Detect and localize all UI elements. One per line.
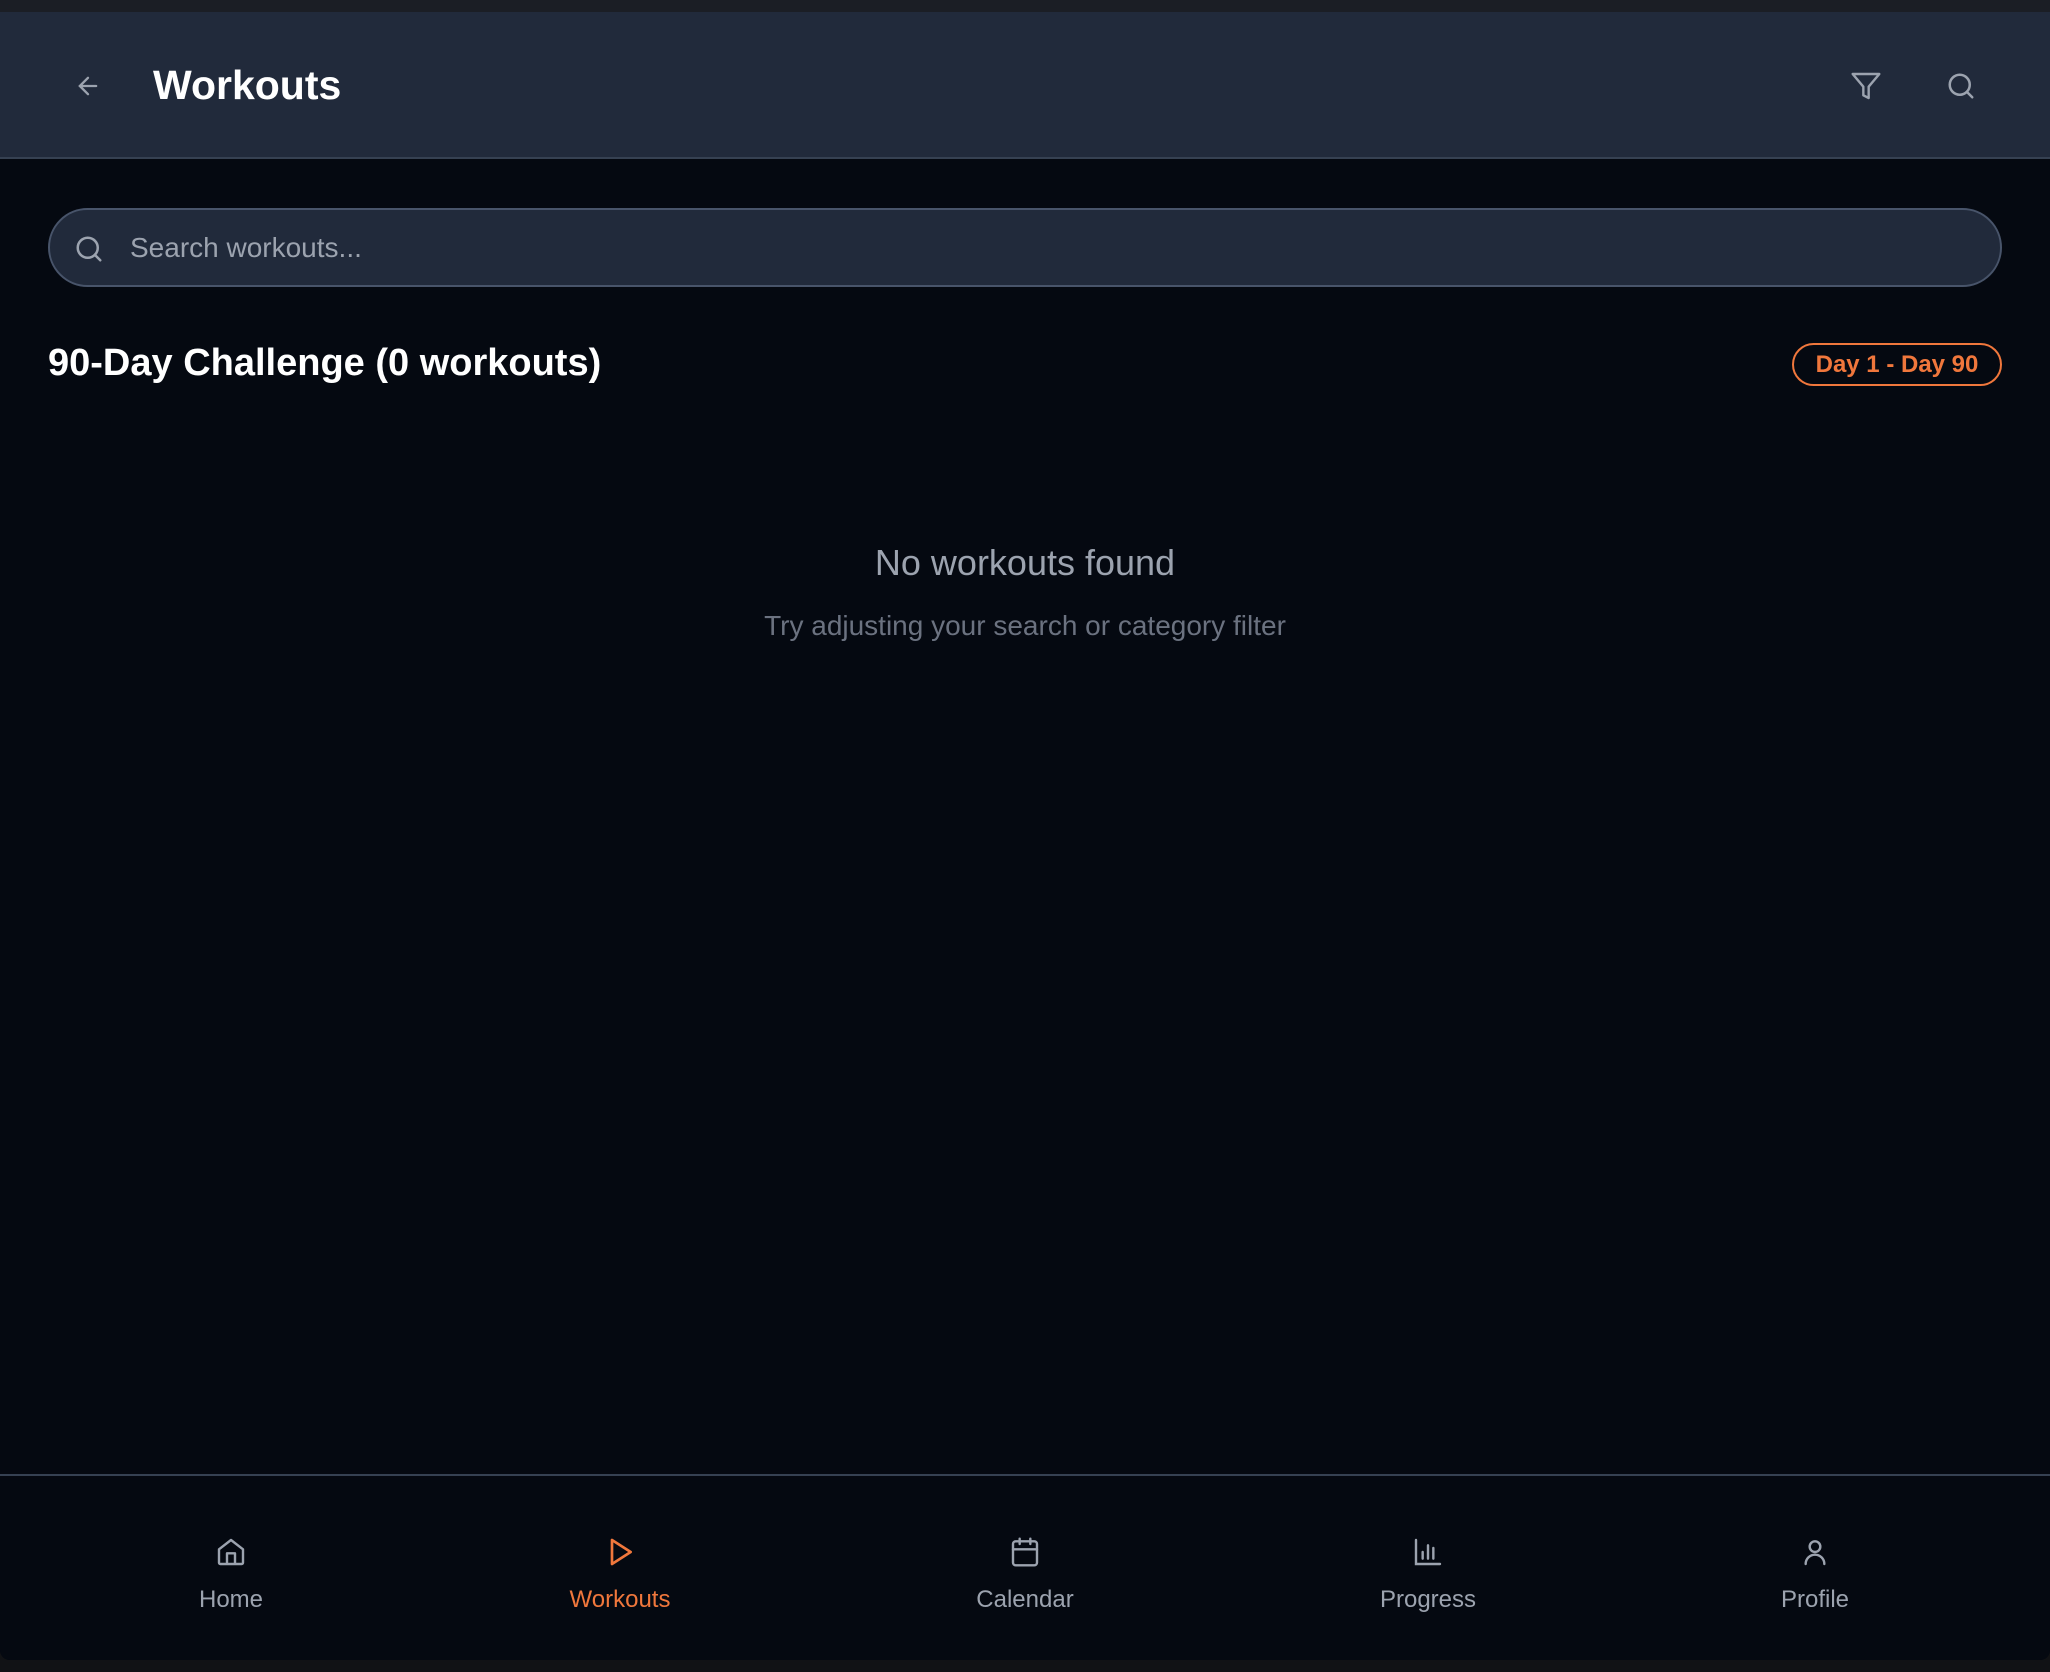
header: Workouts [0,12,2050,159]
empty-state-subtitle: Try adjusting your search or category fi… [764,610,1286,641]
calendar-icon [1011,1537,1039,1567]
search-button[interactable] [1941,66,1981,106]
search-field [48,208,2002,287]
nav-label: Home [198,1586,264,1613]
nav-item-home[interactable]: Home [111,1476,351,1660]
empty-state-title: No workouts found [874,542,1176,583]
bottom-nav: Home Workouts Calendar Progress Profile [0,1474,2050,1660]
filter-button[interactable] [1846,66,1886,106]
nav-item-progress[interactable]: Progress [1308,1476,1548,1660]
app: Workouts 90-Day Challenge (0 workouts) D… [0,12,2050,1660]
window-top-bar [0,0,2050,12]
filter-icon [1851,72,1881,100]
nav-item-calendar[interactable]: Calendar [905,1476,1145,1660]
play-icon [610,1538,632,1566]
nav-label: Profile [1780,1586,1850,1613]
arrow-left-icon [78,76,98,96]
user-icon [1804,1540,1826,1566]
bar-chart-icon [1414,1538,1442,1566]
nav-item-profile[interactable]: Profile [1695,1476,1935,1660]
day-range-badge: Day 1 - Day 90 [1792,343,2002,386]
section-title: 90-Day Challenge (0 workouts) [48,342,602,384]
nav-label: Calendar [976,1586,1074,1613]
nav-label: Workouts [569,1586,671,1613]
nav-label: Progress [1379,1586,1477,1613]
page-title: Workouts [153,62,342,108]
nav-item-workouts[interactable]: Workouts [500,1476,740,1660]
search-icon [76,236,102,262]
back-button[interactable] [68,66,108,106]
search-input[interactable] [130,210,1930,285]
home-icon [217,1538,245,1566]
search-icon [1948,73,1974,99]
